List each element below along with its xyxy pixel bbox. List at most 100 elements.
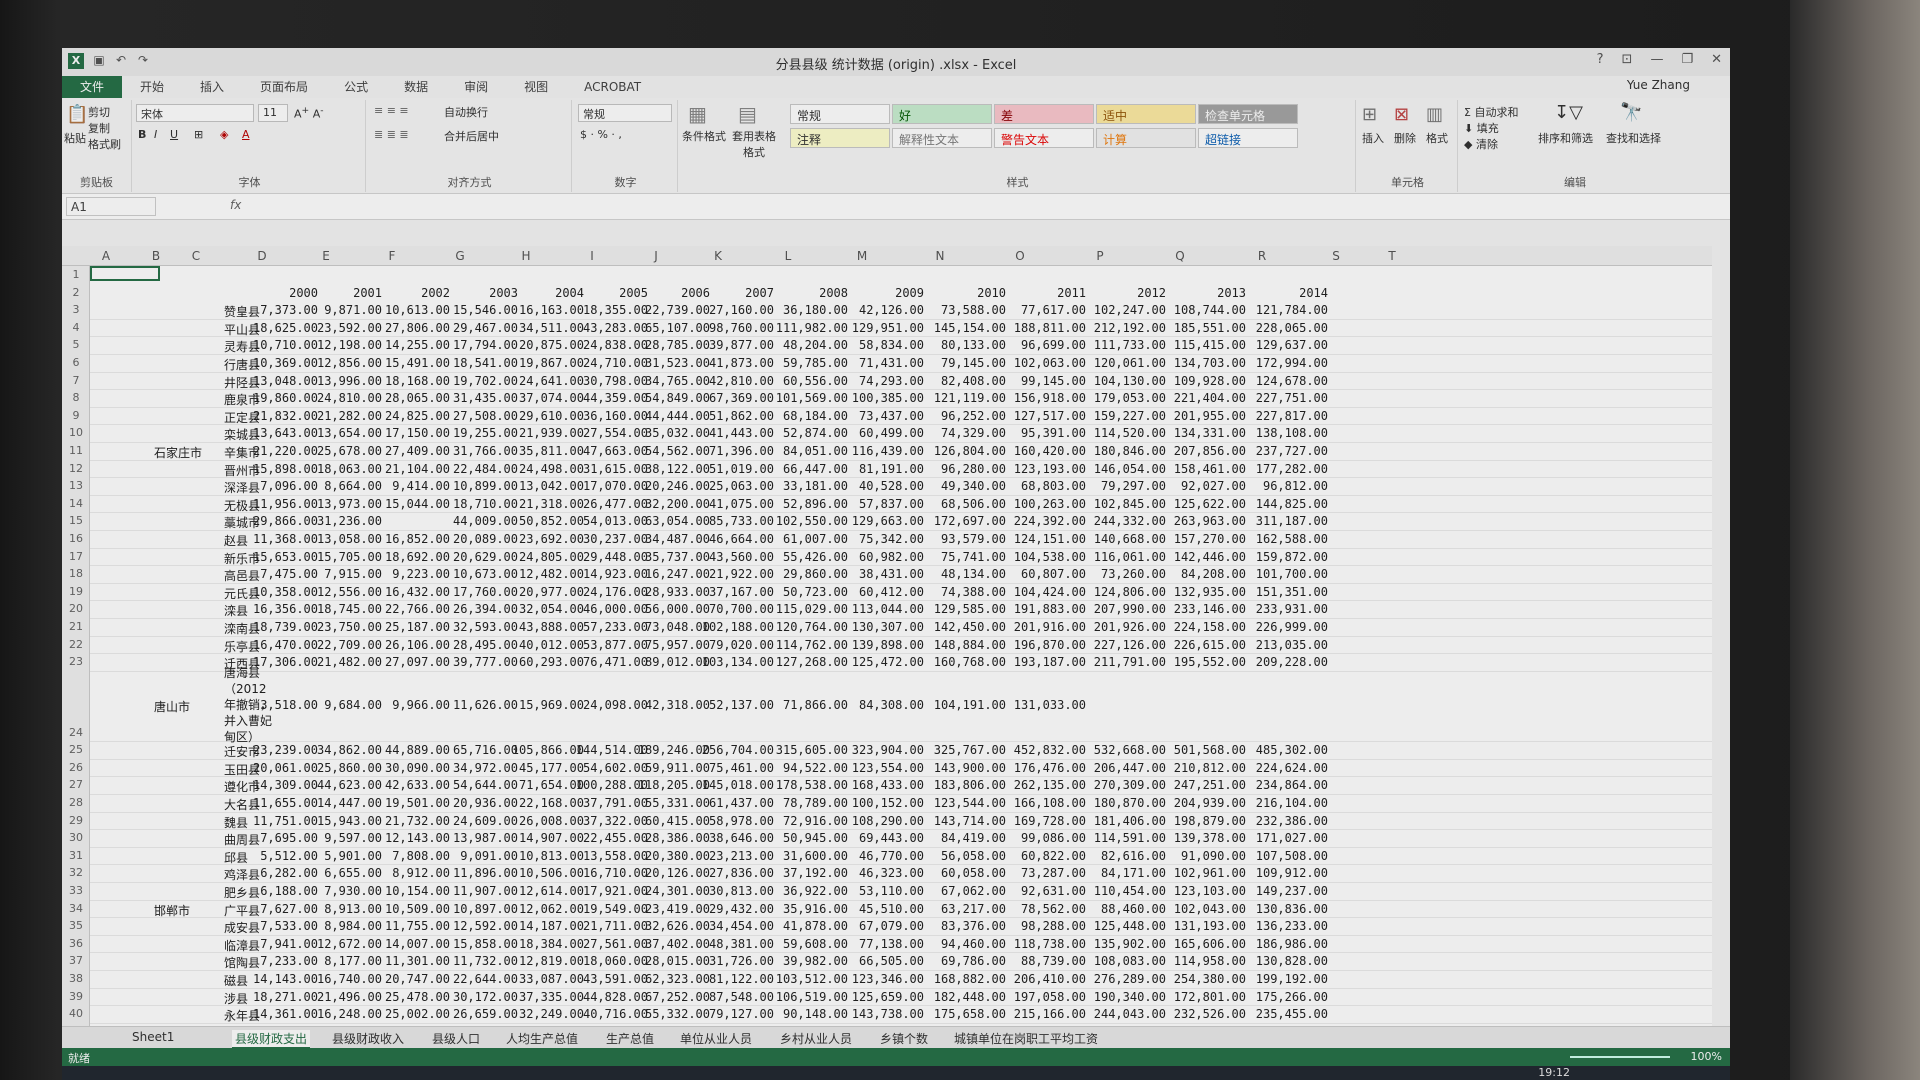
data-cell[interactable]: 104,424.00 xyxy=(994,585,1086,599)
delete-button[interactable]: 删除 xyxy=(1394,130,1416,146)
data-cell[interactable]: 131,193.00 xyxy=(1154,919,1246,933)
cell-style-0[interactable]: 常规 xyxy=(790,104,890,124)
data-cell[interactable]: 139,378.00 xyxy=(1154,831,1246,845)
data-cell[interactable]: 60,822.00 xyxy=(994,849,1086,863)
data-cell[interactable]: 73,437.00 xyxy=(832,409,924,423)
merge-center-button[interactable]: 合并后居中 xyxy=(444,128,499,144)
data-cell[interactable]: 67,079.00 xyxy=(832,919,924,933)
data-cell[interactable]: 130,828.00 xyxy=(1236,954,1328,968)
data-cell[interactable]: 123,346.00 xyxy=(832,972,924,986)
data-cell[interactable]: 77,138.00 xyxy=(832,937,924,951)
data-cell[interactable]: 114,591.00 xyxy=(1074,831,1166,845)
sheet-tab[interactable]: 生产总值 xyxy=(606,1030,654,1047)
tab-6[interactable]: 审阅 xyxy=(446,76,506,98)
bold-button[interactable]: B xyxy=(138,128,146,141)
data-cell[interactable]: 139,898.00 xyxy=(832,638,924,652)
data-cell[interactable]: 115,415.00 xyxy=(1154,338,1246,352)
data-cell[interactable]: 104,191.00 xyxy=(914,698,1006,712)
active-cell-a1[interactable] xyxy=(90,266,160,281)
sheet-tab[interactable]: 单位从业人员 xyxy=(680,1030,752,1047)
data-cell[interactable]: 60,807.00 xyxy=(994,567,1086,581)
data-cell[interactable]: 237,727.00 xyxy=(1236,444,1328,458)
data-cell[interactable]: 180,846.00 xyxy=(1074,444,1166,458)
data-cell[interactable]: 227,817.00 xyxy=(1236,409,1328,423)
data-cell[interactable]: 221,404.00 xyxy=(1154,391,1246,405)
data-cell[interactable]: 145,154.00 xyxy=(914,321,1006,335)
underline-button[interactable]: U xyxy=(170,128,178,141)
name-box[interactable]: A1 xyxy=(66,197,156,216)
cut-button[interactable]: 剪切 xyxy=(88,104,110,120)
data-cell[interactable]: 108,290.00 xyxy=(832,814,924,828)
data-cell[interactable]: 325,767.00 xyxy=(914,743,1006,757)
align-left-icon[interactable]: ≣ ≣ ≣ xyxy=(374,128,409,141)
data-cell[interactable]: 123,544.00 xyxy=(914,796,1006,810)
data-cell[interactable]: 323,904.00 xyxy=(832,743,924,757)
data-cell[interactable]: 197,058.00 xyxy=(994,990,1086,1004)
data-cell[interactable]: 162,588.00 xyxy=(1236,532,1328,546)
data-cell[interactable]: 125,622.00 xyxy=(1154,497,1246,511)
data-cell[interactable]: 183,806.00 xyxy=(914,778,1006,792)
data-cell[interactable]: 100,385.00 xyxy=(832,391,924,405)
data-cell[interactable]: 95,391.00 xyxy=(994,426,1086,440)
sheet-tab[interactable]: 县级财政收入 xyxy=(332,1030,404,1047)
data-cell[interactable]: 276,289.00 xyxy=(1074,972,1166,986)
format-painter-button[interactable]: 格式刷 xyxy=(88,136,121,152)
copy-button[interactable]: 复制 xyxy=(88,120,110,136)
data-cell[interactable]: 66,505.00 xyxy=(832,954,924,968)
data-cell[interactable]: 130,836.00 xyxy=(1236,902,1328,916)
data-cell[interactable]: 188,811.00 xyxy=(994,321,1086,335)
zoom-level[interactable]: 100% xyxy=(1691,1050,1722,1063)
data-cell[interactable]: 93,579.00 xyxy=(914,532,1006,546)
data-cell[interactable]: 130,307.00 xyxy=(832,620,924,634)
data-cell[interactable]: 104,538.00 xyxy=(994,550,1086,564)
data-cell[interactable]: 73,287.00 xyxy=(994,866,1086,880)
data-cell[interactable]: 206,447.00 xyxy=(1074,761,1166,775)
sheet-tab[interactable]: 人均生产总值 xyxy=(506,1030,578,1047)
data-cell[interactable]: 180,870.00 xyxy=(1074,796,1166,810)
conditional-format-icon[interactable]: ▦ xyxy=(688,102,707,126)
cell-style-6[interactable]: 解释性文本 xyxy=(892,128,992,148)
data-cell[interactable]: 201,926.00 xyxy=(1074,620,1166,634)
data-cell[interactable]: 84,308.00 xyxy=(832,698,924,712)
data-cell[interactable]: 270,309.00 xyxy=(1074,778,1166,792)
data-cell[interactable]: 201,916.00 xyxy=(994,620,1086,634)
data-cell[interactable]: 46,323.00 xyxy=(832,866,924,880)
data-cell[interactable]: 69,443.00 xyxy=(832,831,924,845)
data-cell[interactable]: 227,126.00 xyxy=(1074,638,1166,652)
data-cell[interactable]: 60,499.00 xyxy=(832,426,924,440)
data-cell[interactable]: 151,351.00 xyxy=(1236,585,1328,599)
data-cell[interactable]: 198,879.00 xyxy=(1154,814,1246,828)
user-name[interactable]: Yue Zhang xyxy=(1627,78,1690,92)
data-cell[interactable]: 84,419.00 xyxy=(914,831,1006,845)
data-cell[interactable]: 123,103.00 xyxy=(1154,884,1246,898)
data-cell[interactable]: 109,912.00 xyxy=(1236,866,1328,880)
data-cell[interactable]: 224,158.00 xyxy=(1154,620,1246,634)
data-cell[interactable]: 140,668.00 xyxy=(1074,532,1166,546)
data-cell[interactable]: 82,616.00 xyxy=(1074,849,1166,863)
paste-button[interactable]: 粘贴 xyxy=(64,130,86,146)
help-icon[interactable]: ? xyxy=(1597,52,1604,67)
autosum-button[interactable]: Σ 自动求和 xyxy=(1464,104,1518,120)
tab-3[interactable]: 页面布局 xyxy=(242,76,326,98)
data-cell[interactable]: 114,958.00 xyxy=(1154,954,1246,968)
data-cell[interactable]: 212,192.00 xyxy=(1074,321,1166,335)
data-cell[interactable]: 233,931.00 xyxy=(1236,602,1328,616)
tab-8[interactable]: ACROBAT xyxy=(566,76,659,98)
data-cell[interactable]: 485,302.00 xyxy=(1236,743,1328,757)
tab-4[interactable]: 公式 xyxy=(326,76,386,98)
data-cell[interactable]: 114,520.00 xyxy=(1074,426,1166,440)
data-cell[interactable]: 228,065.00 xyxy=(1236,321,1328,335)
font-size-select[interactable]: 11 xyxy=(258,104,288,122)
data-cell[interactable]: 156,918.00 xyxy=(994,391,1086,405)
data-cell[interactable]: 125,448.00 xyxy=(1074,919,1166,933)
data-cell[interactable]: 45,510.00 xyxy=(832,902,924,916)
data-cell[interactable]: 227,751.00 xyxy=(1236,391,1328,405)
data-cell[interactable]: 195,552.00 xyxy=(1154,655,1246,669)
data-cell[interactable]: 79,297.00 xyxy=(1074,479,1166,493)
data-cell[interactable]: 124,678.00 xyxy=(1236,374,1328,388)
data-cell[interactable]: 186,986.00 xyxy=(1236,937,1328,951)
wrap-text-button[interactable]: 自动换行 xyxy=(444,104,488,120)
data-cell[interactable]: 216,104.00 xyxy=(1236,796,1328,810)
data-cell[interactable]: 206,410.00 xyxy=(994,972,1086,986)
data-cell[interactable]: 75,342.00 xyxy=(832,532,924,546)
